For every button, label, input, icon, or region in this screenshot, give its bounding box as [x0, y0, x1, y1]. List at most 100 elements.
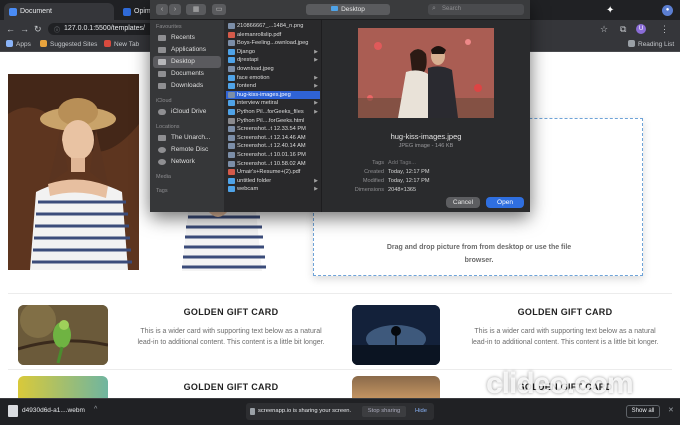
image-file-icon — [228, 91, 235, 98]
folder-icon — [228, 83, 235, 90]
file-row[interactable]: 210866667_...1484_n.png — [226, 22, 320, 31]
card-text: This is a wider card with supporting tex… — [471, 328, 659, 346]
gift-card[interactable]: GOLDEN GIFT CARD This is a wider card wi… — [352, 305, 662, 365]
forward-arrow-icon[interactable]: → — [20, 24, 29, 34]
file-row[interactable]: Screenshot...t 12.33.54 PM — [226, 125, 320, 134]
close-icon[interactable]: ✕ — [668, 406, 674, 414]
folder-row[interactable]: djrestapi ▶ — [226, 56, 320, 65]
image-file-icon — [228, 23, 235, 29]
file-name: Python Pil...forGeeks_files — [237, 109, 304, 115]
tree-night-thumbnail — [352, 305, 440, 365]
gift-card[interactable]: GOLDEN GIFT CARD — [18, 376, 328, 398]
sidebar-item-label: Remote Disc — [171, 146, 209, 153]
document-icon — [228, 117, 235, 124]
clock-icon — [158, 35, 166, 41]
dialog-sidebar: Favourites Recents Applications Desktop … — [150, 20, 224, 212]
file-row[interactable]: Screenshot...t 12.40.14 AM — [226, 142, 320, 151]
extensions-icon[interactable]: ⧉ — [620, 24, 626, 34]
forward-chevron-icon[interactable]: › — [169, 4, 181, 15]
cancel-button[interactable]: Cancel — [446, 197, 480, 208]
sidebar-item-icloud-drive[interactable]: iCloud Drive — [153, 106, 221, 118]
sidebar-section-header: Tags — [156, 188, 168, 194]
chevron-right-icon: ▶ — [314, 177, 318, 184]
bookmark-label: New Tab — [114, 41, 140, 48]
tab-document[interactable]: Document — [4, 3, 114, 20]
new-folder-icon[interactable]: ▭ — [212, 4, 226, 15]
folder-row[interactable]: interview metiral ▶ — [226, 99, 320, 108]
file-row[interactable]: alemanrollslip.pdf — [226, 31, 320, 40]
flower-thumbnail — [18, 376, 108, 398]
sidebar-item-downloads[interactable]: Downloads — [153, 80, 221, 92]
bookmark-apps[interactable]: Apps — [6, 40, 31, 48]
sidebar-item-recents[interactable]: Recents — [153, 32, 221, 44]
sidebar-item-network[interactable]: Network — [153, 156, 221, 168]
bookmark-label: Suggested Sites — [50, 41, 98, 48]
bookmark-suggested-sites[interactable]: Suggested Sites — [40, 40, 97, 48]
file-row[interactable]: Python Pil....forGeeks.html — [226, 117, 320, 126]
folder-row[interactable]: fontend ▶ — [226, 82, 320, 91]
reading-list[interactable]: Reading List — [628, 40, 674, 48]
sidebar-item-unarchiver[interactable]: The Unarch... — [153, 132, 221, 144]
back-chevron-icon[interactable]: ‹ — [156, 4, 168, 15]
file-row[interactable]: Umair's+Resume+(2).pdf — [226, 168, 320, 177]
chevron-right-icon: ▶ — [314, 109, 318, 115]
reload-icon[interactable]: ↻ — [34, 24, 42, 34]
show-all-button[interactable]: Show all — [626, 405, 660, 418]
chevron-right-icon: ▶ — [314, 100, 318, 107]
downloads-bar: d4930d6d-a1....webm ^ screenapp.io is sh… — [0, 398, 680, 425]
add-tags-field[interactable]: Add Tags... — [388, 160, 416, 166]
file-row[interactable]: Screenshot...t 10.58.02 AM — [226, 160, 320, 169]
sidebar-item-desktop[interactable]: Desktop — [153, 56, 221, 68]
image-file-icon — [228, 134, 235, 141]
file-row[interactable]: Screenshot...t 12.14.46 AM — [226, 134, 320, 143]
sidebar-item-remote-disc[interactable]: Remote Disc — [153, 144, 221, 156]
file-row[interactable]: Boys-Feeling...ownload.jpeg — [226, 39, 320, 48]
document-favicon-icon — [9, 8, 17, 16]
tab-title: Document — [20, 8, 52, 15]
sidebar-item-label: Downloads — [171, 82, 204, 89]
search-placeholder: Search — [442, 6, 462, 12]
parrot-illustration — [18, 305, 108, 365]
tab-strip-right: ✦ ● — [530, 2, 680, 20]
chevron-right-icon: ▶ — [314, 83, 318, 90]
profile-avatar[interactable]: U — [636, 24, 646, 34]
sidebar-item-documents[interactable]: Documents — [153, 68, 221, 80]
sidebar-item-applications[interactable]: Applications — [153, 44, 221, 56]
stop-sharing-button[interactable]: Stop sharing — [362, 406, 406, 417]
bookmark-new-tab[interactable]: New Tab — [104, 40, 139, 48]
address-bar[interactable]: ⓘ 127.0.0.1:5500/templates/ — [48, 23, 156, 35]
folder-row[interactable]: Django ▶ — [226, 48, 320, 57]
file-row[interactable]: download.jpeg — [226, 65, 320, 74]
hide-button[interactable]: Hide — [412, 406, 430, 417]
card-title: GOLDEN GIFT CARD — [183, 382, 279, 392]
gift-card[interactable]: GOLDEN GIFT CARD This is a wider card wi… — [18, 305, 328, 365]
bookmark-label: Apps — [16, 41, 31, 48]
folder-row[interactable]: Python Pil...forGeeks_files ▶ — [226, 108, 320, 117]
file-row[interactable]: hug-kiss-images.jpeg — [226, 90, 320, 100]
folder-row[interactable]: untitled folder ▶ — [226, 177, 320, 186]
file-name: untitled folder — [237, 177, 272, 184]
reading-list-icon — [628, 40, 635, 47]
menu-kebab-icon[interactable]: ⋮ — [660, 24, 669, 34]
applications-icon — [158, 47, 166, 53]
view-mode-icon[interactable]: ▦ — [186, 4, 206, 15]
download-item-name[interactable]: d4930d6d-a1....webm — [22, 407, 85, 414]
folder-row[interactable]: webcam ▶ — [226, 185, 320, 194]
woman-hat-photo — [8, 74, 139, 270]
chevron-up-icon[interactable]: ^ — [94, 406, 97, 413]
open-button[interactable]: Open — [486, 197, 524, 208]
location-dropdown[interactable]: Desktop — [306, 4, 390, 15]
apps-grid-icon — [6, 40, 13, 47]
file-name: Python Pil....forGeeks.html — [237, 117, 305, 124]
profile-avatar[interactable]: ● — [662, 5, 673, 16]
search-field[interactable]: ⌕ Search — [428, 4, 524, 15]
file-row[interactable]: Screenshot...t 10.01.16 PM — [226, 151, 320, 160]
search-icon: ⌕ — [432, 5, 436, 12]
image-file-icon — [228, 143, 235, 150]
divider — [8, 293, 672, 294]
folder-row[interactable]: face emotion ▶ — [226, 74, 320, 83]
watermark-text: clideo.com — [486, 367, 634, 398]
back-arrow-icon[interactable]: ← — [6, 24, 15, 34]
bookmark-star-icon[interactable]: ☆ — [600, 24, 608, 34]
address-text: 127.0.0.1:5500/templates/ — [64, 25, 145, 32]
